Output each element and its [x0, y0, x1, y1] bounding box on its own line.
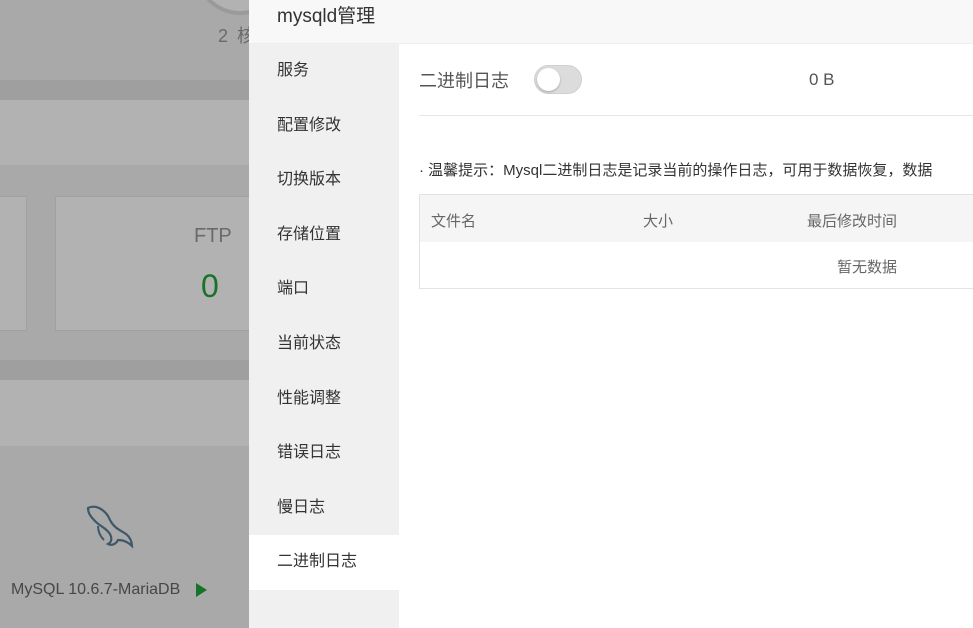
binlog-size: 0 B [809, 70, 835, 89]
binlog-label: 二进制日志 [419, 71, 509, 91]
sidebar-item-service[interactable]: 服务 [249, 44, 399, 99]
dialog-title: mysqld管理 [249, 0, 973, 44]
sidebar-item-port[interactable]: 端口 [249, 262, 399, 317]
binlog-content: 二进制日志 0 B · 温馨提示：Mysql二进制日志是记录当前的操作日志，可用… [399, 44, 973, 628]
binlog-table: 文件名 大小 最后修改时间 暂无数据 [419, 194, 973, 289]
col-filename: 文件名 [431, 213, 477, 230]
col-size: 大小 [643, 213, 674, 230]
empty-text: 暂无数据 [837, 259, 898, 276]
sidebar-item-switch-version[interactable]: 切换版本 [249, 153, 399, 208]
table-empty: 暂无数据 [420, 242, 973, 289]
sidebar-item-status[interactable]: 当前状态 [249, 317, 399, 372]
toggle-knob [537, 68, 560, 91]
table-header: 文件名 大小 最后修改时间 [420, 195, 973, 242]
tip-text: · 温馨提示：Mysql二进制日志是记录当前的操作日志，可用于数据恢复，数据 [419, 162, 933, 179]
col-modified-time: 最后修改时间 [807, 213, 898, 230]
sidebar-item-performance[interactable]: 性能调整 [249, 372, 399, 427]
sidebar-item-error-log[interactable]: 错误日志 [249, 426, 399, 481]
binlog-row: 二进制日志 0 B [419, 44, 973, 116]
sidebar-item-binlog[interactable]: 二进制日志 [249, 535, 399, 590]
binlog-toggle[interactable] [534, 65, 582, 94]
sidebar-item-slow-log[interactable]: 慢日志 [249, 481, 399, 536]
mysqld-manage-dialog: mysqld管理 服务 配置修改 切换版本 存储位置 端口 当前状态 性能调整 … [249, 0, 973, 628]
sidebar-item-storage[interactable]: 存储位置 [249, 208, 399, 263]
sidebar: 服务 配置修改 切换版本 存储位置 端口 当前状态 性能调整 错误日志 慢日志 … [249, 44, 399, 628]
sidebar-item-config[interactable]: 配置修改 [249, 99, 399, 154]
